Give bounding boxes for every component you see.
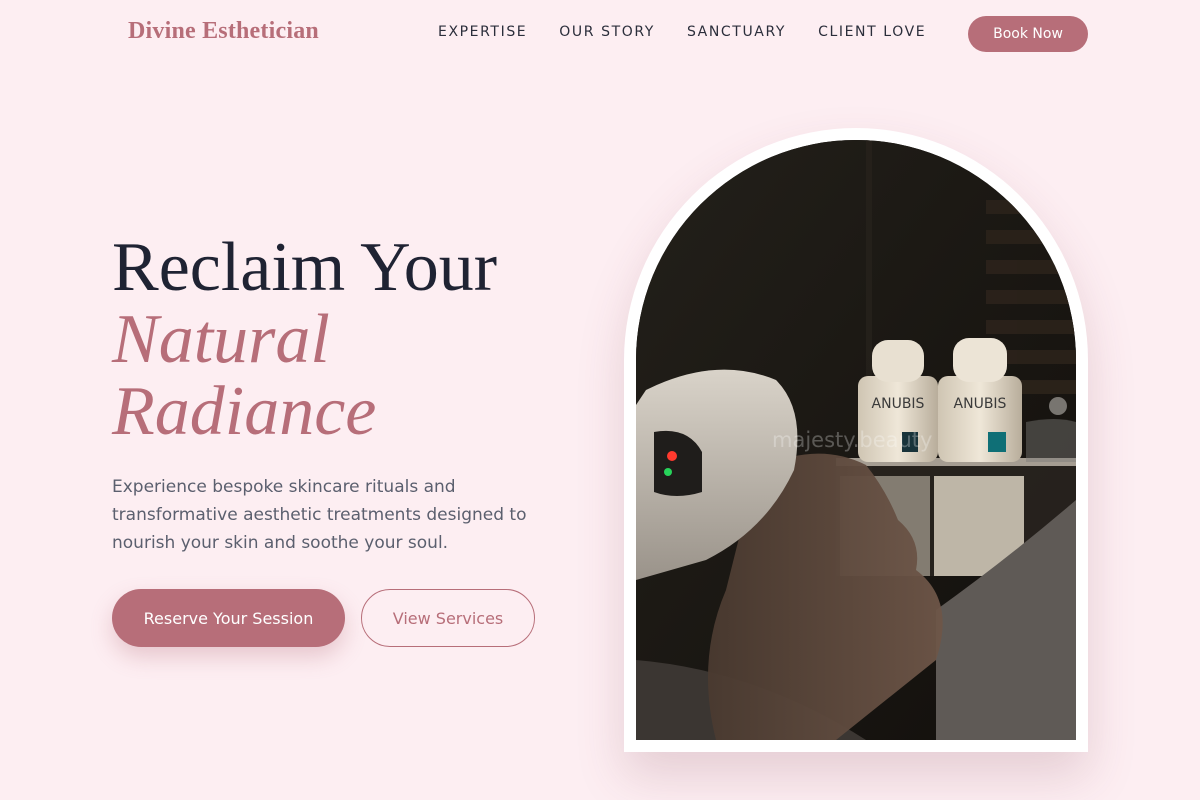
hero-title-line-2: Natural — [112, 301, 330, 378]
brand-logo[interactable]: Divine Esthetician — [128, 18, 319, 45]
nav-link-client-love[interactable]: CLIENT LOVE — [818, 24, 926, 40]
bottle-label-2: ANUBIS — [954, 396, 1007, 412]
nav-link-sanctuary[interactable]: SANCTUARY — [687, 24, 786, 40]
bottle-label-1: ANUBIS — [872, 396, 925, 412]
image-watermark: majesty.beauty — [772, 428, 933, 452]
reserve-session-button[interactable]: Reserve Your Session — [112, 589, 345, 647]
top-navigation: Divine Esthetician EXPERTISE OUR STORY S… — [0, 0, 1200, 68]
nav-link-expertise[interactable]: EXPERTISE — [438, 24, 527, 40]
hero-title-line-3: Radiance — [112, 373, 377, 450]
book-now-button[interactable]: Book Now — [968, 16, 1088, 52]
hero-title: Reclaim Your Natural Radiance — [112, 232, 497, 448]
view-services-button[interactable]: View Services — [361, 589, 535, 647]
hero-description: Experience bespoke skincare rituals and … — [112, 477, 527, 553]
nav-links: EXPERTISE OUR STORY SANCTUARY CLIENT LOV… — [438, 24, 926, 40]
hero-title-line-1: Reclaim Your — [112, 229, 497, 306]
nav-link-our-story[interactable]: OUR STORY — [559, 24, 655, 40]
